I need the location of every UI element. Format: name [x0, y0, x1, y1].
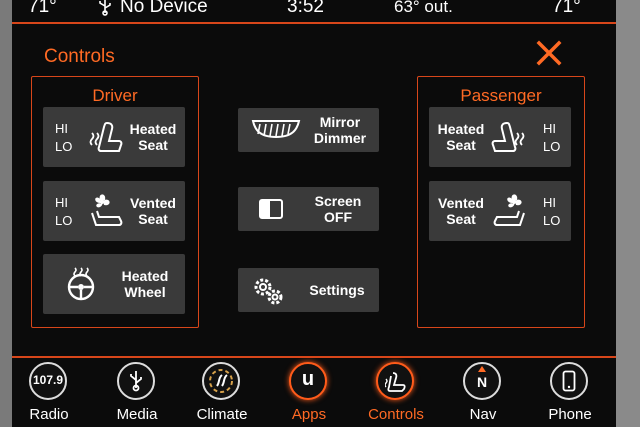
dock-label: Phone [548, 406, 592, 423]
heated-wheel-button[interactable]: Heated Wheel [43, 254, 185, 314]
vented-label: Vented [130, 195, 176, 211]
temp-right: 71° [552, 0, 581, 17]
climate-icon [202, 362, 240, 400]
heated-label: Heated [121, 268, 169, 284]
dock-divider [12, 356, 616, 358]
controls-icon [376, 362, 414, 400]
dock-climate[interactable]: Climate [187, 362, 257, 427]
gear-icon [254, 278, 283, 305]
seat-label: Seat [138, 211, 168, 227]
status-bar: 71° No Device 3:52 63° out. 71° [12, 0, 616, 22]
dock-label: Controls [368, 406, 424, 423]
hi-label: HI [55, 195, 68, 210]
heated-seat-icon [89, 121, 123, 152]
lo-label: LO [55, 213, 73, 228]
dock-label: Apps [291, 406, 327, 423]
bezel-left [0, 0, 12, 427]
usb-icon [117, 362, 155, 400]
dock-radio[interactable]: 107.9 Radio [14, 362, 84, 427]
driver-panel: Driver HI LO Heated Seat HI LO Vented Se… [31, 76, 199, 328]
vented-seat-icon [493, 194, 525, 226]
seat-label: Seat [138, 137, 168, 153]
outside-temp: 63° out. [394, 0, 453, 16]
heated-seat-icon [491, 121, 525, 152]
passenger-title: Passenger [460, 86, 542, 105]
mirror-dimmer-button[interactable]: Mirror Dimmer [238, 108, 379, 152]
heated-wheel-icon [67, 267, 95, 301]
clock: 3:52 [287, 0, 324, 17]
phone-icon [550, 362, 588, 400]
bezel-right [616, 0, 640, 427]
vented-seat-icon [91, 194, 123, 226]
passenger-vented-seat-button[interactable]: Vented Seat HI LO [429, 181, 571, 241]
dock-apps[interactable]: u Apps [274, 362, 344, 427]
temp-left: 71° [28, 0, 57, 17]
dock-media[interactable]: Media [102, 362, 172, 427]
dock-label: Nav [469, 406, 497, 423]
screen-off-button[interactable]: Screen OFF [238, 187, 379, 231]
hi-label: HI [55, 121, 68, 136]
passenger-heated-seat-button[interactable]: Heated Seat HI LO [429, 107, 571, 167]
mirror-icon [251, 120, 301, 139]
status-divider [12, 22, 616, 24]
driver-title: Driver [92, 86, 138, 105]
driver-vented-seat-button[interactable]: HI LO Vented Seat [43, 181, 185, 241]
wheel-label: Wheel [124, 284, 166, 300]
radio-icon: 107.9 [29, 362, 67, 400]
dock-controls[interactable]: Controls [361, 362, 431, 427]
device-status: No Device [120, 0, 208, 17]
dock-nav[interactable]: N Nav [448, 362, 518, 427]
heated-label: Heated [129, 121, 177, 137]
mirror-label: Mirror [319, 114, 361, 130]
dock-label: Radio [29, 406, 69, 423]
passenger-panel: Passenger Heated Seat HI LO Vented Seat [417, 76, 585, 328]
driver-heated-seat-button[interactable]: HI LO Heated Seat [43, 107, 185, 167]
lo-label: LO [543, 213, 561, 228]
dock-label: Media [116, 406, 158, 423]
vented-label: Vented [438, 195, 484, 211]
off-label: OFF [324, 209, 352, 225]
screen-icon [259, 199, 283, 219]
apps-icon: u [289, 362, 327, 400]
screen: 71° No Device 3:52 63° out. 71° Controls… [12, 0, 616, 427]
dimmer-label: Dimmer [313, 130, 367, 146]
hi-label: HI [543, 121, 556, 136]
seat-label: Seat [446, 137, 476, 153]
seat-label: Seat [446, 211, 476, 227]
close-icon[interactable] [534, 38, 564, 68]
dock-label: Climate [196, 406, 248, 423]
page-title: Controls [44, 46, 115, 67]
lo-label: LO [543, 139, 561, 154]
hi-label: HI [543, 195, 556, 210]
heated-label: Heated [437, 121, 485, 137]
dock-phone[interactable]: Phone [535, 362, 605, 427]
compass-icon: N [463, 362, 501, 400]
settings-button[interactable]: Settings [238, 268, 379, 312]
lo-label: LO [55, 139, 73, 154]
settings-label: Settings [309, 282, 365, 298]
screen-label: Screen [314, 193, 362, 209]
usb-icon [99, 0, 111, 16]
